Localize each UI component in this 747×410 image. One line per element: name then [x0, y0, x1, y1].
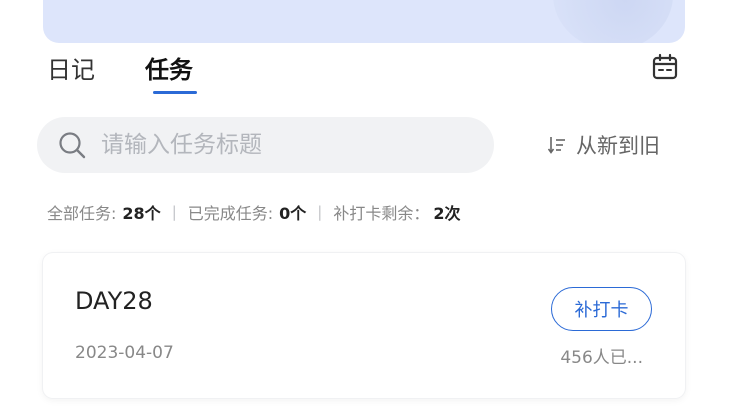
total-tasks-label: 全部任务:	[47, 204, 117, 223]
completed-tasks-value: 0个	[279, 204, 307, 223]
task-card[interactable]: DAY28 2023-04-07 补打卡 456人已...	[43, 253, 685, 398]
active-tab-indicator	[153, 91, 197, 94]
top-banner[interactable]	[43, 0, 685, 43]
makeup-remaining-value: 2次	[433, 204, 461, 223]
task-title: DAY28	[75, 287, 153, 315]
task-stats: 全部任务: 28个 | 已完成任务: 0个 | 补打卡剩余： 2次	[47, 200, 461, 224]
completed-tasks-label: 已完成任务:	[187, 204, 274, 223]
search-input[interactable]	[101, 132, 471, 158]
stats-separator: |	[317, 203, 323, 221]
tab-tasks[interactable]: 任务	[145, 50, 193, 85]
makeup-remaining-label: 补打卡剩余：	[333, 204, 430, 223]
sort-label: 从新到旧	[576, 134, 660, 158]
sort-button[interactable]: 从新到旧	[548, 130, 660, 160]
participants-count: 456人已...	[560, 348, 643, 368]
search-bar[interactable]	[37, 117, 494, 173]
search-icon	[59, 132, 86, 159]
calendar-button[interactable]	[648, 52, 682, 82]
task-date: 2023-04-07	[75, 343, 174, 363]
calendar-icon	[652, 53, 678, 80]
banner-decoration	[553, 0, 673, 43]
stats-separator: |	[171, 203, 177, 221]
makeup-checkin-button[interactable]: 补打卡	[551, 287, 652, 331]
task-page: 日记 任务 从新到旧 全部任务: 28个	[0, 0, 747, 410]
tab-diary[interactable]: 日记	[47, 50, 95, 85]
sort-icon	[548, 137, 565, 154]
total-tasks-value: 28个	[122, 204, 161, 223]
